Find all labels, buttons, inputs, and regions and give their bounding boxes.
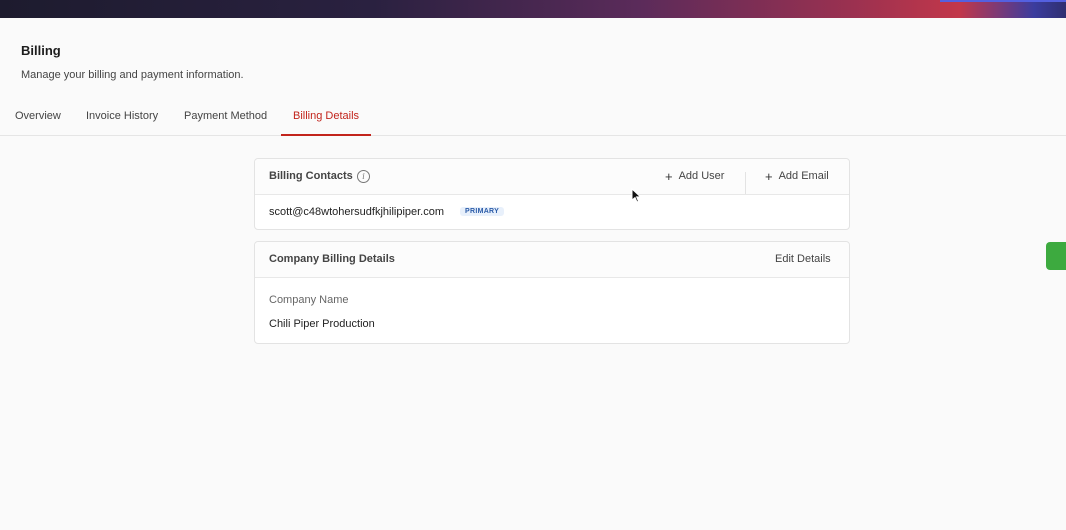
window-top-bar	[0, 0, 1066, 18]
tab-payment-method[interactable]: Payment Method	[184, 110, 267, 134]
company-billing-title: Company Billing Details	[269, 253, 395, 265]
tab-billing-details[interactable]: Billing Details	[281, 110, 372, 136]
mouse-cursor-icon	[631, 188, 642, 203]
plus-icon: +	[765, 168, 773, 184]
add-user-button[interactable]: + Add User	[665, 168, 725, 184]
add-email-label: Add Email	[778, 170, 829, 182]
billing-panel: Billing Manage your billing and payment …	[0, 18, 1066, 530]
billing-contacts-title: Billing Contacts	[269, 170, 353, 182]
company-name-label: Company Name	[269, 294, 349, 306]
company-billing-card: Company Billing Details Edit Details Com…	[254, 241, 850, 344]
company-billing-header: Company Billing Details Edit Details	[255, 242, 849, 278]
page-subtitle: Manage your billing and payment informat…	[21, 69, 244, 81]
page-title: Billing	[21, 43, 61, 58]
tab-overview[interactable]: Overview	[15, 110, 61, 134]
tab-invoice-history[interactable]: Invoice History	[86, 110, 158, 134]
plus-icon: +	[665, 168, 673, 184]
tab-bar: Overview Invoice History Payment Method …	[0, 103, 1066, 136]
company-name-value: Chili Piper Production	[269, 318, 375, 330]
contact-email: scott@c48wtohersudfkjhilipiper.com	[269, 206, 445, 218]
feedback-side-tab[interactable]	[1046, 242, 1066, 270]
billing-contacts-header: Billing Contacts i + Add User + Add Emai…	[255, 159, 849, 195]
edit-details-button[interactable]: Edit Details	[775, 253, 831, 265]
add-user-label: Add User	[678, 170, 725, 182]
top-bar-accent	[940, 0, 1066, 2]
billing-contacts-card: Billing Contacts i + Add User + Add Emai…	[254, 158, 850, 230]
info-icon[interactable]: i	[357, 170, 370, 183]
header-divider	[745, 172, 746, 194]
primary-badge: PRIMARY	[460, 207, 505, 216]
add-email-button[interactable]: + Add Email	[765, 168, 829, 184]
